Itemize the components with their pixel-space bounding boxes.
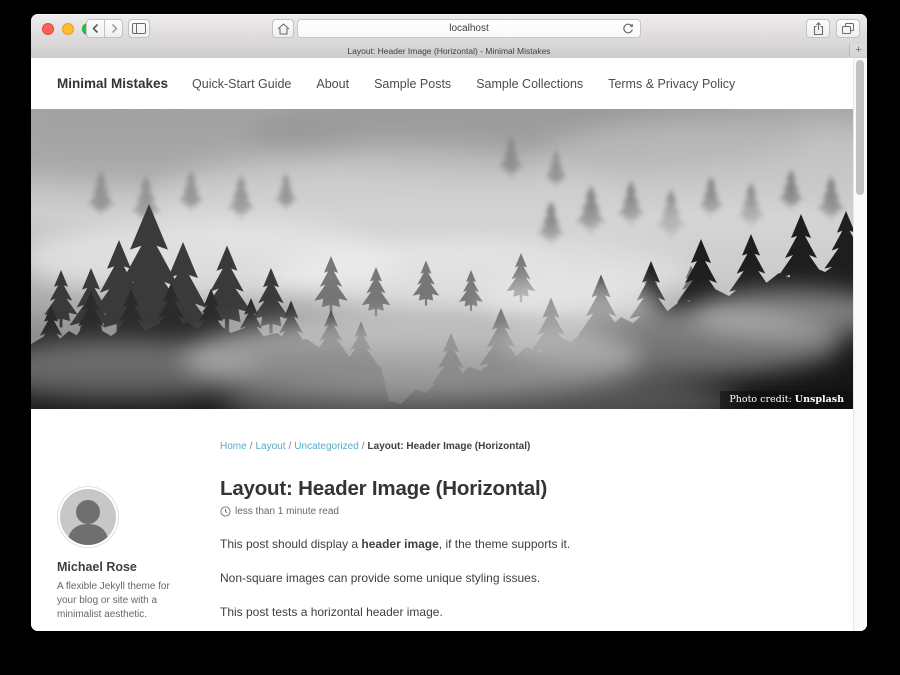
breadcrumb-layout-link[interactable]: Layout: [255, 441, 285, 452]
history-nav-group: [86, 19, 123, 38]
nav-item-about[interactable]: About: [316, 77, 349, 91]
browser-window: localhost Layout: Header Image (Horizont…: [31, 14, 867, 631]
show-all-tabs-button[interactable]: [836, 19, 860, 38]
paragraph-text: This post should display a: [220, 537, 361, 551]
post-title: Layout: Header Image (Horizontal): [220, 477, 820, 501]
reload-button[interactable]: [621, 22, 635, 36]
post-main: Home/Layout/Uncategorized/Layout: Header…: [220, 441, 820, 619]
clock-icon: [220, 506, 231, 517]
forward-button[interactable]: [104, 19, 123, 38]
site-nav: Quick-Start Guide About Sample Posts Sam…: [192, 77, 760, 91]
active-tab[interactable]: Layout: Header Image (Horizontal) - Mini…: [347, 46, 550, 56]
reload-icon: [621, 22, 635, 36]
paragraph-bold-text: header image: [361, 537, 438, 551]
web-page: Minimal Mistakes Quick-Start Guide About…: [31, 58, 867, 631]
share-icon: [812, 22, 825, 36]
tabs-overview-icon: [841, 22, 855, 35]
post-paragraph: This post tests a horizontal header imag…: [220, 605, 820, 619]
read-time: less than 1 minute read: [235, 506, 339, 517]
header-image: Photo credit: Unsplash: [31, 109, 867, 409]
post-paragraph: This post should display a header image,…: [220, 537, 820, 551]
scrollbar-thumb[interactable]: [856, 60, 864, 195]
address-bar-url: localhost: [449, 23, 488, 34]
photo-credit-source[interactable]: Unsplash: [795, 394, 844, 405]
home-button[interactable]: [272, 19, 294, 38]
author-name: Michael Rose: [57, 560, 207, 574]
post-section: Michael Rose A flexible Jekyll theme for…: [31, 409, 867, 631]
breadcrumb: Home/Layout/Uncategorized/Layout: Header…: [220, 441, 820, 452]
masthead: Minimal Mistakes Quick-Start Guide About…: [31, 58, 867, 109]
post-meta: less than 1 minute read: [220, 506, 820, 517]
nav-item-sample-posts[interactable]: Sample Posts: [374, 77, 451, 91]
chevron-right-icon: [109, 23, 119, 34]
sidebar-icon: [132, 23, 146, 34]
foggy-forest-illustration: [31, 109, 867, 409]
paragraph-text: , if the theme supports it.: [439, 537, 570, 551]
sidebar-toggle-button[interactable]: [128, 19, 150, 38]
nav-item-quick-start-guide[interactable]: Quick-Start Guide: [192, 77, 291, 91]
nav-item-sample-collections[interactable]: Sample Collections: [476, 77, 583, 91]
home-icon: [277, 23, 290, 35]
breadcrumb-separator: /: [250, 441, 253, 452]
share-button[interactable]: [806, 19, 830, 38]
close-window-button[interactable]: [42, 23, 54, 35]
breadcrumb-separator: /: [289, 441, 292, 452]
nav-item-terms-privacy[interactable]: Terms & Privacy Policy: [608, 77, 735, 91]
browser-toolbar: localhost: [31, 14, 867, 45]
back-button[interactable]: [86, 19, 105, 38]
author-avatar: [57, 486, 119, 548]
minimize-window-button[interactable]: [62, 23, 74, 35]
tab-bar: Layout: Header Image (Horizontal) - Mini…: [31, 44, 867, 59]
page-scrollbar[interactable]: [853, 58, 867, 631]
breadcrumb-current: Layout: Header Image (Horizontal): [368, 441, 531, 452]
address-bar[interactable]: localhost: [297, 19, 641, 38]
chevron-left-icon: [91, 23, 101, 34]
author-bio: A flexible Jekyll theme for your blog or…: [57, 580, 175, 622]
photo-credit: Photo credit: Unsplash: [720, 391, 853, 409]
breadcrumb-home-link[interactable]: Home: [220, 441, 247, 452]
breadcrumb-uncategorized-link[interactable]: Uncategorized: [294, 441, 358, 452]
breadcrumb-separator: /: [362, 441, 365, 452]
site-title-link[interactable]: Minimal Mistakes: [57, 76, 168, 91]
new-tab-button[interactable]: +: [849, 44, 867, 57]
photo-credit-prefix: Photo credit:: [729, 394, 794, 405]
post-paragraph: Non-square images can provide some uniqu…: [220, 571, 820, 585]
author-sidebar: Michael Rose A flexible Jekyll theme for…: [57, 486, 207, 622]
